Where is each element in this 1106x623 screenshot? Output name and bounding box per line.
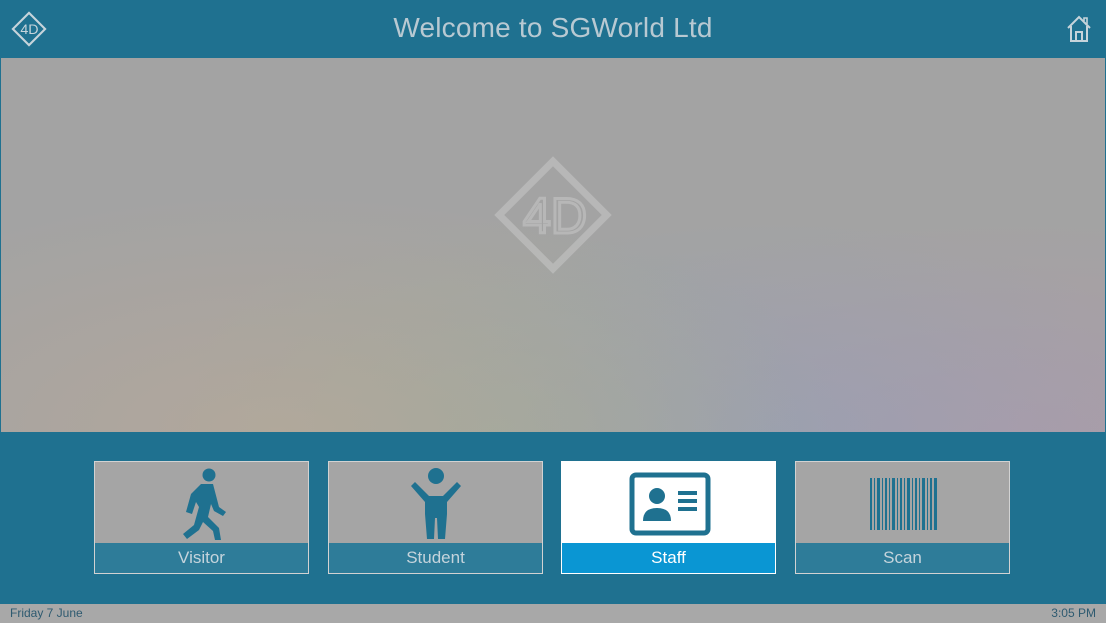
barcode-icon	[870, 478, 937, 530]
visitor-tile[interactable]: Visitor	[94, 461, 309, 574]
id-card-icon	[629, 472, 711, 536]
person-arms-up-icon	[411, 468, 461, 539]
time-text: 3:05 PM	[1051, 606, 1096, 620]
student-label: Student	[329, 543, 542, 573]
hero-background: 4D	[1, 58, 1105, 432]
student-tile[interactable]: Student	[328, 461, 543, 574]
header-bar: 4D Welcome to SGWorld Ltd	[0, 0, 1106, 58]
scan-label: Scan	[796, 543, 1009, 573]
visitor-label: Visitor	[95, 543, 308, 573]
staff-tile[interactable]: Staff	[561, 461, 776, 574]
walking-person-icon	[183, 468, 226, 540]
home-icon[interactable]	[1066, 15, 1092, 43]
4d-watermark-icon: 4D	[494, 156, 612, 274]
staff-label: Staff	[562, 543, 775, 573]
date-text: Friday 7 June	[10, 606, 83, 620]
status-bar: Friday 7 June 3:05 PM	[0, 604, 1106, 623]
scan-tile[interactable]: Scan	[795, 461, 1010, 574]
svg-text:4D: 4D	[523, 188, 587, 244]
page-title: Welcome to SGWorld Ltd	[393, 12, 713, 43]
